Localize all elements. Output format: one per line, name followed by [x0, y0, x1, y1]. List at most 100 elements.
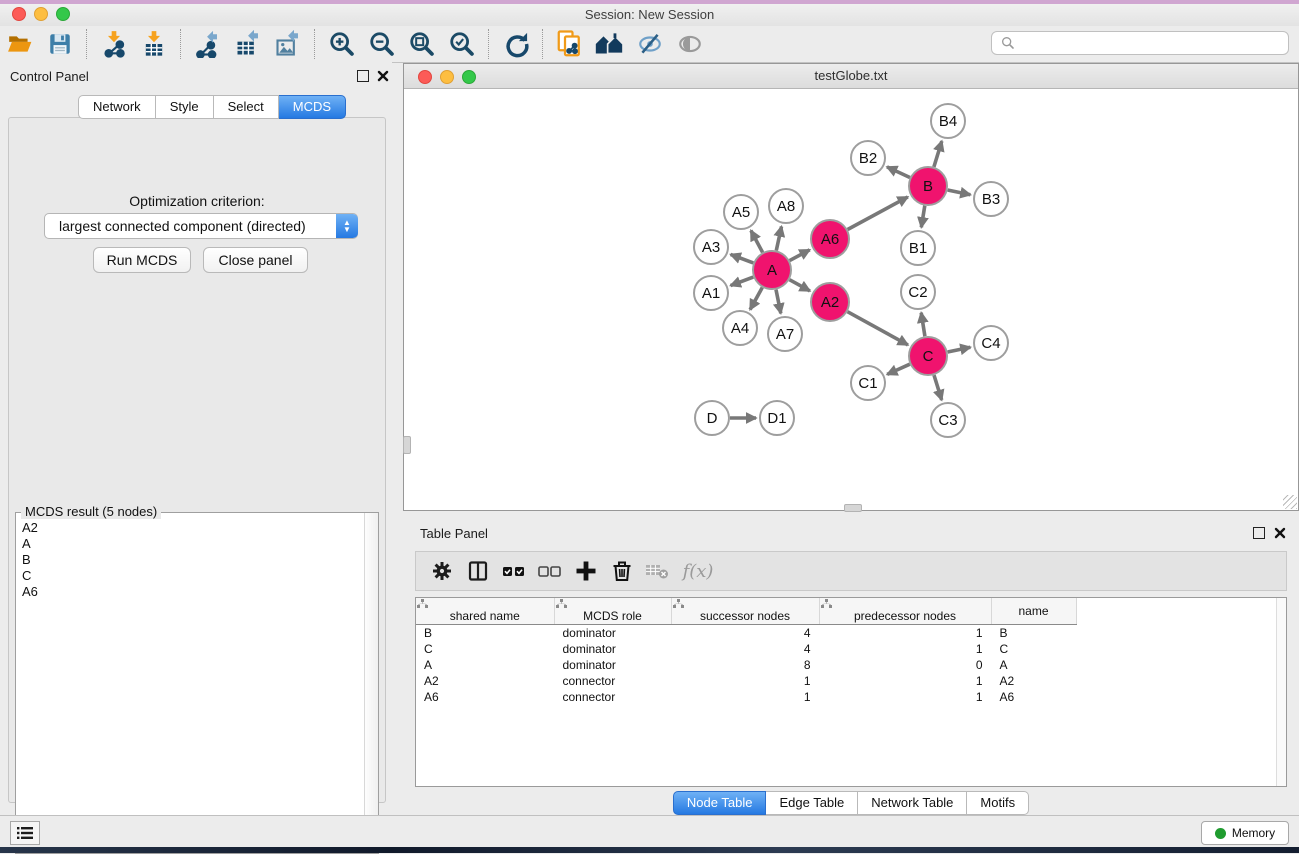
apply-function-icon[interactable]: f(x)	[676, 556, 716, 586]
task-history-button[interactable]	[10, 821, 40, 845]
close-panel-button[interactable]: Close panel	[203, 247, 308, 273]
graph-node-B3[interactable]: B3	[974, 182, 1008, 216]
open-session-icon[interactable]	[0, 28, 40, 60]
table-cell[interactable]: A6	[991, 689, 1076, 705]
tab-edge-table[interactable]: Edge Table	[766, 791, 858, 815]
save-session-icon[interactable]	[40, 28, 80, 60]
table-options-icon[interactable]	[424, 556, 460, 586]
graph-edge[interactable]	[921, 206, 925, 228]
float-table-panel-icon[interactable]	[1253, 527, 1265, 539]
close-window-button[interactable]	[12, 7, 26, 21]
graph-node-A6[interactable]: A6	[811, 220, 849, 258]
export-image-icon[interactable]	[268, 28, 308, 60]
result-list-item[interactable]: A6	[16, 584, 352, 600]
graph-edge[interactable]	[948, 347, 971, 352]
graph-node-B[interactable]: B	[909, 167, 947, 205]
node-table[interactable]: shared nameMCDS rolesuccessor nodesprede…	[415, 597, 1287, 787]
tab-node-table[interactable]: Node Table	[673, 791, 767, 815]
resize-grip-icon[interactable]	[1283, 495, 1297, 509]
table-cell[interactable]: B	[991, 625, 1076, 642]
column-header-MCDS-role[interactable]: MCDS role	[554, 598, 671, 625]
result-list-scrollbar[interactable]	[364, 513, 378, 851]
table-row[interactable]: Bdominator41B	[416, 625, 1076, 642]
search-input[interactable]	[1018, 33, 1288, 53]
table-cell[interactable]: 4	[671, 625, 819, 642]
left-splitter-handle[interactable]	[403, 436, 411, 454]
network-close-button[interactable]	[418, 70, 432, 84]
graph-edge[interactable]	[790, 280, 810, 291]
zoom-window-button[interactable]	[56, 7, 70, 21]
table-cell[interactable]: dominator	[554, 625, 671, 642]
column-header-predecessor-nodes[interactable]: predecessor nodes	[819, 598, 991, 625]
new-network-from-selection-icon[interactable]	[550, 28, 590, 60]
tab-select[interactable]: Select	[214, 95, 279, 119]
table-cell[interactable]: A	[416, 657, 554, 673]
table-cell[interactable]: 8	[671, 657, 819, 673]
table-scrollbar[interactable]	[1276, 598, 1286, 786]
table-cell[interactable]: dominator	[554, 641, 671, 657]
graph-node-A5[interactable]: A5	[724, 195, 758, 229]
graph-node-C[interactable]: C	[909, 337, 947, 375]
graph-edge[interactable]	[790, 250, 810, 261]
table-row[interactable]: A2connector11A2	[416, 673, 1076, 689]
zoom-fit-icon[interactable]	[402, 28, 442, 60]
graph-node-A[interactable]: A	[753, 251, 791, 289]
graph-edge[interactable]	[948, 190, 971, 195]
tab-motifs[interactable]: Motifs	[967, 791, 1029, 815]
select-all-columns-icon[interactable]	[496, 556, 532, 586]
graph-node-D1[interactable]: D1	[760, 401, 794, 435]
graph-edge[interactable]	[887, 364, 910, 374]
graph-node-B1[interactable]: B1	[901, 231, 935, 265]
tab-style[interactable]: Style	[156, 95, 214, 119]
zoom-selected-icon[interactable]	[442, 28, 482, 60]
graph-node-C2[interactable]: C2	[901, 275, 935, 309]
table-cell[interactable]: 0	[819, 657, 991, 673]
graph-edge[interactable]	[887, 167, 910, 178]
table-cell[interactable]: C	[991, 641, 1076, 657]
graph-edge[interactable]	[750, 288, 762, 310]
hide-graphics-details-icon[interactable]	[630, 28, 670, 60]
result-list-item[interactable]: B	[16, 552, 352, 568]
add-column-icon[interactable]	[568, 556, 604, 586]
result-list-item[interactable]: A2	[16, 520, 352, 536]
graph-edge[interactable]	[731, 254, 754, 263]
result-list-item[interactable]: A	[16, 536, 352, 552]
graph-node-A3[interactable]: A3	[694, 230, 728, 264]
import-table-icon[interactable]	[134, 28, 174, 60]
table-cell[interactable]: B	[416, 625, 554, 642]
table-cell[interactable]: C	[416, 641, 554, 657]
graph-node-A1[interactable]: A1	[694, 276, 728, 310]
graph-node-A4[interactable]: A4	[723, 311, 757, 345]
network-zoom-button[interactable]	[462, 70, 476, 84]
graph-node-A7[interactable]: A7	[768, 317, 802, 351]
search-field[interactable]	[991, 31, 1289, 55]
close-table-panel-icon[interactable]	[1274, 527, 1286, 539]
bottom-splitter-handle[interactable]	[844, 504, 862, 512]
table-cell[interactable]: 1	[671, 673, 819, 689]
table-row[interactable]: Adominator80A	[416, 657, 1076, 673]
table-cell[interactable]: 4	[671, 641, 819, 657]
graph-edge[interactable]	[848, 312, 908, 345]
criterion-dropdown[interactable]: largest connected component (directed) ▲…	[44, 213, 358, 239]
show-graphics-details-icon[interactable]	[670, 28, 710, 60]
graph-edge[interactable]	[921, 313, 925, 337]
tab-network-table[interactable]: Network Table	[858, 791, 967, 815]
tab-network[interactable]: Network	[78, 95, 156, 119]
table-cell[interactable]: 1	[819, 673, 991, 689]
column-header-shared-name[interactable]: shared name	[416, 598, 554, 625]
table-row[interactable]: Cdominator41C	[416, 641, 1076, 657]
graph-edge[interactable]	[934, 141, 942, 167]
column-header-successor-nodes[interactable]: successor nodes	[671, 598, 819, 625]
table-cell[interactable]: dominator	[554, 657, 671, 673]
refresh-icon[interactable]	[496, 28, 536, 60]
home-icon[interactable]	[590, 28, 630, 60]
graph-edge[interactable]	[731, 277, 754, 286]
graph-edge[interactable]	[776, 290, 781, 314]
graph-edge[interactable]	[848, 197, 908, 230]
graph-node-C3[interactable]: C3	[931, 403, 965, 437]
delete-table-icon[interactable]	[640, 556, 676, 586]
tab-mcds[interactable]: MCDS	[279, 95, 346, 119]
close-panel-icon[interactable]	[377, 70, 389, 82]
graph-edge[interactable]	[934, 375, 942, 400]
export-table-icon[interactable]	[228, 28, 268, 60]
